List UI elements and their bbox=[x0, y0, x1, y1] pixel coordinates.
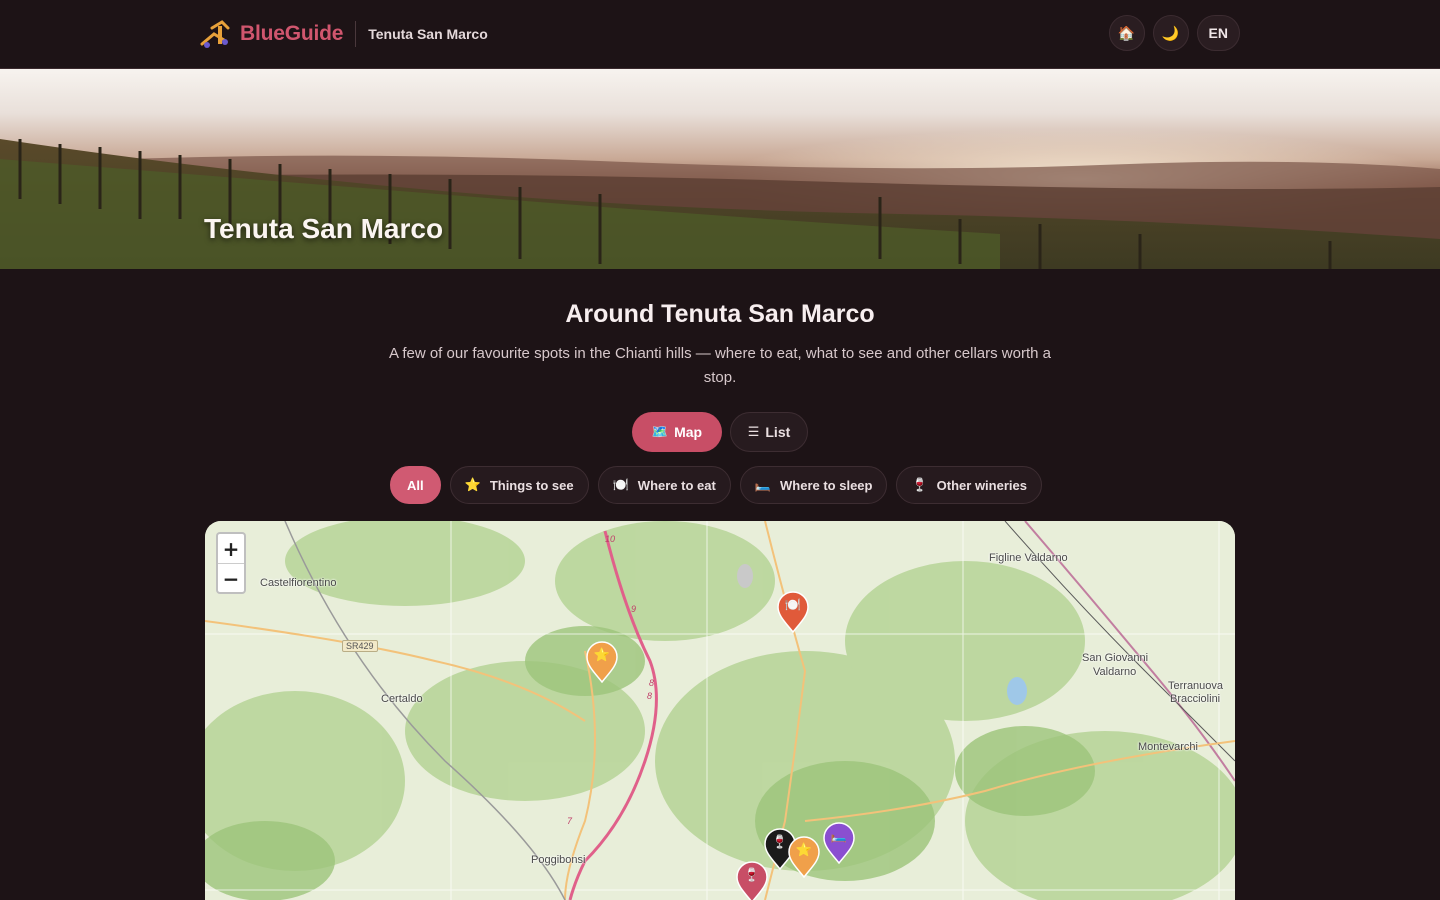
filter-things-to-see[interactable]: ⭐ Things to see bbox=[449, 466, 589, 504]
bed-icon: 🛏️ bbox=[754, 477, 771, 492]
home-icon: 🏠 bbox=[1117, 24, 1136, 41]
map-place-label: San Giovanni bbox=[1082, 652, 1149, 664]
map-place-label: Poggibonsi bbox=[531, 854, 586, 866]
zoom-control: + − bbox=[216, 532, 246, 594]
wine-glass-icon: 🍷 bbox=[743, 867, 761, 882]
brand-logo-icon bbox=[200, 20, 230, 48]
star-icon: ⭐ bbox=[795, 842, 813, 857]
section-title: Around Tenuta San Marco bbox=[565, 300, 875, 328]
marker-other-wineries[interactable]: 🍷 bbox=[735, 861, 769, 900]
category-filters: All ⭐ Things to see 🍽️ Where to eat 🛏️ W… bbox=[390, 466, 1042, 504]
filter-things-to-see-label: Things to see bbox=[489, 477, 574, 493]
filter-other-wineries-label: Other wineries bbox=[936, 477, 1027, 493]
top-navbar: BlueGuide Tenuta San Marco 🏠 🌙 EN bbox=[0, 0, 1440, 69]
filter-where-to-eat[interactable]: 🍽️ Where to eat bbox=[597, 466, 731, 504]
map-tiles bbox=[205, 521, 1235, 900]
language-button[interactable]: EN bbox=[1196, 15, 1240, 51]
star-icon: ⭐ bbox=[593, 647, 611, 662]
marker-where-to-sleep[interactable]: 🛏️ bbox=[822, 822, 856, 865]
map-icon: 🗺️ bbox=[651, 424, 669, 439]
hero-title: Tenuta San Marco bbox=[204, 213, 444, 244]
moon-icon: 🌙 bbox=[1161, 24, 1180, 41]
section-description: A few of our favourite spots in the Chia… bbox=[388, 345, 1051, 386]
zoom-in-button[interactable]: + bbox=[218, 534, 244, 564]
filter-where-to-eat-label: Where to eat bbox=[637, 477, 716, 493]
road-number-label: 9 bbox=[631, 604, 637, 614]
marker-where-to-eat[interactable]: 🍽️ bbox=[776, 591, 810, 634]
hero-banner: Tenuta San Marco bbox=[0, 69, 1440, 269]
map-place-label: Castelfiorentino bbox=[260, 577, 337, 589]
filter-all[interactable]: All bbox=[390, 466, 441, 504]
list-view-button[interactable]: ☰ List bbox=[730, 412, 808, 452]
zoom-out-button[interactable]: − bbox=[218, 564, 244, 593]
route-shield: SR429 bbox=[342, 640, 378, 652]
wine-glass-icon: 🍷 bbox=[911, 477, 928, 492]
marker-things-to-see[interactable]: ⭐ bbox=[585, 641, 619, 684]
view-toggle: 🗺️ Map ☰ List bbox=[632, 412, 808, 452]
marker-things-to-see[interactable]: ⭐ bbox=[787, 836, 821, 879]
map-place-label: Figline Valdarno bbox=[989, 552, 1068, 564]
plate-icon: 🍽️ bbox=[612, 477, 629, 492]
brand-name: BlueGuide bbox=[240, 22, 344, 45]
map-place-label: Certaldo bbox=[381, 693, 423, 705]
filter-where-to-sleep-label: Where to sleep bbox=[780, 477, 873, 493]
map-view-label: Map bbox=[674, 424, 703, 440]
bed-icon: 🛏️ bbox=[830, 828, 848, 843]
map[interactable]: + − Castelfiorentino Figline Valdarno Sa… bbox=[205, 521, 1235, 900]
plate-icon: 🍽️ bbox=[784, 597, 802, 612]
road-number-label: 10 bbox=[605, 534, 616, 544]
brand-divider bbox=[355, 21, 357, 47]
map-place-label: Montevarchi bbox=[1138, 741, 1198, 753]
map-place-label: Valdarno bbox=[1093, 666, 1137, 678]
map-view-button[interactable]: 🗺️ Map bbox=[632, 412, 722, 452]
list-icon: ☰ bbox=[747, 424, 760, 439]
filter-where-to-sleep[interactable]: 🛏️ Where to sleep bbox=[739, 466, 888, 504]
header-actions: 🏠 🌙 EN bbox=[1108, 15, 1240, 51]
road-number-label: 8 bbox=[647, 691, 653, 701]
road-number-label: 8 bbox=[649, 678, 655, 688]
map-place-label: Terranuova bbox=[1168, 680, 1224, 692]
list-view-label: List bbox=[765, 424, 791, 440]
map-place-label: Bracciolini bbox=[1170, 693, 1221, 705]
filter-all-label: All bbox=[407, 477, 424, 493]
brand-subtitle: Tenuta San Marco bbox=[368, 26, 488, 42]
theme-toggle-button[interactable]: 🌙 bbox=[1152, 15, 1189, 51]
road-number-label: 7 bbox=[567, 816, 573, 826]
star-icon: ⭐ bbox=[464, 477, 481, 492]
home-button[interactable]: 🏠 bbox=[1108, 15, 1145, 51]
brand[interactable]: BlueGuide Tenuta San Marco bbox=[198, 18, 488, 50]
filter-other-wineries[interactable]: 🍷 Other wineries bbox=[896, 466, 1042, 504]
